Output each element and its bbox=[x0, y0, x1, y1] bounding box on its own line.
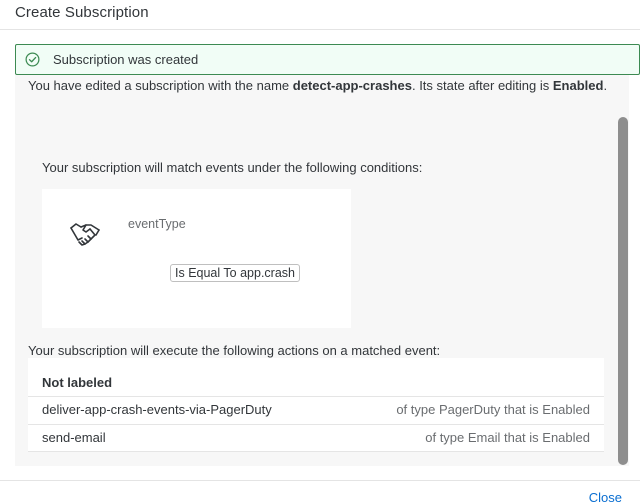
action-name: deliver-app-crash-events-via-PagerDuty bbox=[42, 402, 272, 417]
dialog-content: You have edited a subscription with the … bbox=[15, 75, 629, 466]
conditions-intro: Your subscription will match events unde… bbox=[42, 160, 423, 175]
action-name: send-email bbox=[42, 430, 106, 445]
actions-intro: Your subscription will execute the follo… bbox=[28, 343, 441, 358]
subscription-name: detect-app-crashes bbox=[292, 78, 412, 93]
condition-field: eventType bbox=[128, 217, 186, 231]
condition-card: eventType Is Equal To app.crash bbox=[42, 189, 351, 328]
table-row: send-email of type Email that is Enabled bbox=[28, 424, 604, 452]
dialog-footer: Close bbox=[0, 480, 640, 504]
subscription-state: Enabled bbox=[552, 78, 604, 93]
success-message-strip: Subscription was created bbox=[15, 44, 640, 75]
table-row: deliver-app-crash-events-via-PagerDuty o… bbox=[28, 396, 604, 424]
summary-suffix: . bbox=[603, 78, 608, 93]
dialog-title: Create Subscription bbox=[15, 4, 149, 21]
scrollbar-thumb[interactable] bbox=[618, 117, 628, 465]
subscription-summary: You have edited a subscription with the … bbox=[28, 78, 618, 94]
create-subscription-dialog: Create Subscription Subscription was cre… bbox=[0, 0, 640, 504]
content-scrollbar[interactable] bbox=[616, 75, 629, 466]
close-button[interactable]: Close bbox=[589, 490, 622, 504]
check-circle-icon bbox=[25, 52, 40, 67]
action-type: of type Email that is Enabled bbox=[425, 430, 590, 445]
message-strip-text: Subscription was created bbox=[53, 52, 199, 67]
condition-operator-token: Is Equal To app.crash bbox=[170, 264, 300, 282]
summary-prefix: You have edited a subscription with the … bbox=[28, 78, 293, 93]
summary-middle: . Its state after editing is bbox=[411, 78, 553, 93]
actions-group-header: Not labeled bbox=[42, 375, 113, 390]
action-type: of type PagerDuty that is Enabled bbox=[396, 402, 590, 417]
actions-table: Not labeled deliver-app-crash-events-via… bbox=[28, 358, 604, 452]
dialog-header: Create Subscription bbox=[0, 0, 640, 30]
handshake-icon bbox=[70, 223, 100, 246]
